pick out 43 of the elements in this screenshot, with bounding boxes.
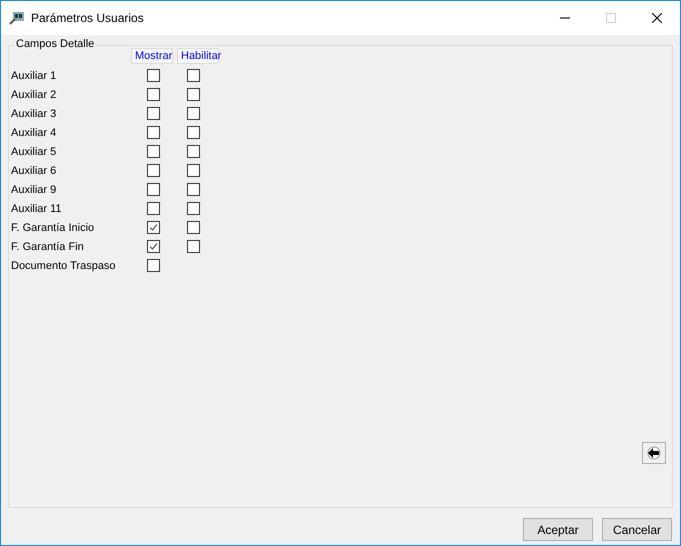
- group-title: Campos Detalle: [14, 38, 96, 50]
- checkbox[interactable]: [147, 145, 160, 158]
- field-label: F. Garantía Fin: [11, 240, 85, 252]
- checkbox[interactable]: [147, 240, 160, 253]
- dialog-button[interactable]: Cancelar: [602, 518, 672, 541]
- checkbox[interactable]: [187, 69, 200, 82]
- checkbox[interactable]: [187, 107, 200, 120]
- checkbox[interactable]: [147, 202, 160, 215]
- checkbox[interactable]: [147, 69, 160, 82]
- column-header: Mostrar: [131, 48, 173, 64]
- field-label: Auxiliar 5: [11, 146, 58, 158]
- checkbox[interactable]: [147, 107, 160, 120]
- checkbox[interactable]: [147, 126, 160, 139]
- checkbox[interactable]: [147, 164, 160, 177]
- close-icon: [652, 13, 662, 23]
- checkbox[interactable]: [147, 221, 160, 234]
- field-label: Auxiliar 3: [11, 108, 58, 120]
- checkbox[interactable]: [187, 126, 200, 139]
- checkbox[interactable]: [187, 88, 200, 101]
- checkbox[interactable]: [187, 164, 200, 177]
- field-label: Auxiliar 2: [11, 88, 58, 100]
- checkbox[interactable]: [187, 145, 200, 158]
- field-label: Auxiliar 6: [11, 164, 58, 176]
- checkbox[interactable]: [187, 202, 200, 215]
- field-label: Auxiliar 9: [11, 184, 58, 196]
- checkbox[interactable]: [187, 183, 200, 196]
- field-label: Documento Traspaso: [11, 260, 117, 272]
- checkbox[interactable]: [147, 259, 160, 272]
- checkbox[interactable]: [147, 88, 160, 101]
- app-icon: [9, 11, 25, 25]
- field-label: Auxiliar 4: [11, 126, 58, 138]
- back-arrow-icon: [647, 446, 661, 460]
- field-label: Auxiliar 11: [11, 202, 63, 214]
- checkbox[interactable]: [187, 240, 200, 253]
- field-label: F. Garantía Inicio: [11, 222, 96, 234]
- back-button[interactable]: [642, 442, 666, 464]
- column-header: Habilitar: [177, 48, 219, 64]
- field-label: Auxiliar 1: [11, 70, 58, 82]
- checkbox[interactable]: [147, 183, 160, 196]
- checkbox[interactable]: [187, 221, 200, 234]
- dialog-button[interactable]: Aceptar: [523, 518, 593, 541]
- window-title: Parámetros Usuarios: [31, 11, 145, 25]
- maximize-icon: [606, 13, 616, 23]
